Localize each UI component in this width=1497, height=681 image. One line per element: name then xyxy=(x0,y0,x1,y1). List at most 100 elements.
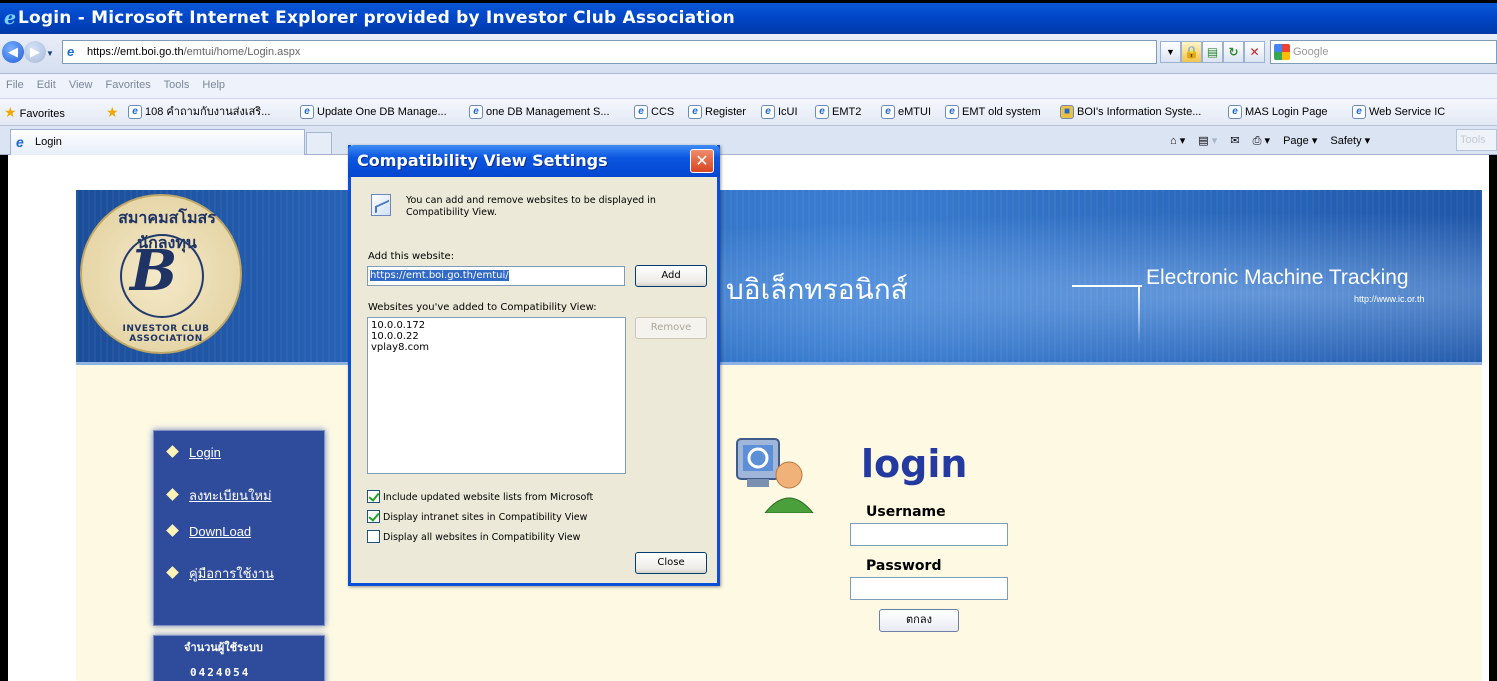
home-icon[interactable]: ⌂ ▾ xyxy=(1170,130,1185,152)
username-input[interactable] xyxy=(850,523,1008,546)
address-toolbar: ◀ ▶ ▼ e https://emt.boi.go.th/emtui/home… xyxy=(0,34,1497,74)
fav-item-7[interactable]: e eMTUI xyxy=(881,99,931,125)
nav-login-link[interactable]: Login xyxy=(166,445,221,460)
fav-item-8[interactable]: e EMT old system xyxy=(945,99,1041,125)
password-label: Password xyxy=(866,558,942,574)
boi-icon: ■ xyxy=(1060,105,1074,120)
fav-item-2[interactable]: e one DB Management S... xyxy=(469,99,610,125)
diamond-bullet-icon xyxy=(166,445,179,458)
tab-label: Login xyxy=(35,136,62,148)
diamond-bullet-icon xyxy=(166,488,179,501)
list-item[interactable]: 10.0.0.22 xyxy=(371,331,622,342)
compatibility-view-icon[interactable]: ▤ xyxy=(1202,41,1223,63)
dialog-body: You can add and remove websites to be di… xyxy=(351,177,717,583)
menu-view[interactable]: View xyxy=(69,79,93,91)
new-tab-button[interactable] xyxy=(306,132,332,154)
fav-label: Web Service IC xyxy=(1369,106,1446,118)
nav-label: DownLoad xyxy=(189,524,252,539)
favorites-star-icon: ★ xyxy=(4,104,17,120)
website-list[interactable]: 10.0.0.172 10.0.0.22 vplay8.com xyxy=(367,317,626,474)
include-updated-lists-checkbox[interactable]: Include updated website lists from Micro… xyxy=(367,490,593,504)
dialog-title-bar[interactable]: Compatibility View Settings ✕ xyxy=(348,145,720,177)
menu-tools[interactable]: Tools xyxy=(164,79,190,91)
remove-button[interactable]: Remove xyxy=(635,317,707,339)
favorites-button[interactable]: ★ Favorites xyxy=(4,99,65,125)
nav-register-link[interactable]: ลงทะเบียนใหม่ xyxy=(166,485,272,506)
fav-label: eMTUI xyxy=(898,106,931,118)
fav-item-4[interactable]: e Register xyxy=(688,99,746,125)
window-title-bar: e Login - Microsoft Internet Explorer pr… xyxy=(0,0,1497,34)
close-button[interactable]: Close xyxy=(635,552,707,574)
address-dropdown-icon[interactable]: ▼ xyxy=(1160,41,1181,63)
forward-button[interactable]: ▶ xyxy=(24,41,46,63)
site-container: สมาคมสโมสรนักลงทุน B INVESTOR CLUB ASSOC… xyxy=(76,190,1482,681)
nav-download-link[interactable]: DownLoad xyxy=(166,524,252,539)
fav-item-0[interactable]: e 108 คำถามกับงานส่งเสริ... xyxy=(128,99,270,125)
refresh-icon[interactable]: ↻ xyxy=(1223,41,1244,63)
user-counter-label: จำนวนผู้ใช้ระบบ xyxy=(184,642,263,654)
fav-label: 108 คำถามกับงานส่งเสริ... xyxy=(145,106,271,118)
nav-label: ลงทะเบียนใหม่ xyxy=(189,488,272,503)
fav-label: Register xyxy=(705,106,746,118)
back-button[interactable]: ◀ xyxy=(2,41,24,63)
print-icon[interactable]: ⎙ ▾ xyxy=(1253,130,1270,152)
site-banner: สมาคมสโมสรนักลงทุน B INVESTOR CLUB ASSOC… xyxy=(76,190,1482,365)
checkbox-checked-icon[interactable] xyxy=(367,490,380,503)
add-button[interactable]: Add xyxy=(635,265,707,287)
add-website-input[interactable]: https://emt.boi.go.th/emtui/ xyxy=(367,266,625,286)
google-icon xyxy=(1274,44,1290,60)
login-submit-button[interactable]: ตกลง xyxy=(879,609,959,632)
feeds-icon[interactable]: ▤ ▾ xyxy=(1198,130,1217,152)
fav-item-11[interactable]: e Web Service IC xyxy=(1352,99,1445,125)
stop-icon[interactable]: ✕ xyxy=(1244,41,1265,63)
menu-bar: File Edit View Favorites Tools Help xyxy=(0,74,1497,98)
fav-item-5[interactable]: e IcUI xyxy=(761,99,798,125)
dialog-close-icon[interactable]: ✕ xyxy=(690,149,714,173)
add-favorites-icon[interactable]: ★ xyxy=(106,99,119,125)
address-input[interactable]: e https://emt.boi.go.th/emtui/home/Login… xyxy=(62,40,1157,64)
display-all-websites-checkbox[interactable]: Display all websites in Compatibility Vi… xyxy=(367,530,580,544)
safety-menu[interactable]: Safety ▾ xyxy=(1330,130,1370,152)
fav-label: MAS Login Page xyxy=(1245,106,1328,118)
menu-edit[interactable]: Edit xyxy=(37,79,56,91)
checkbox-unchecked-icon[interactable] xyxy=(367,530,380,543)
fav-item-9[interactable]: ■ BOI's Information Syste... xyxy=(1060,99,1201,125)
favorites-label: Favorites xyxy=(19,108,65,120)
menu-help[interactable]: Help xyxy=(202,79,225,91)
search-placeholder: Google xyxy=(1293,46,1329,58)
list-item[interactable]: vplay8.com xyxy=(371,342,622,353)
url-host: https://emt.boi.go.th xyxy=(87,46,184,58)
seal-bottom-text: INVESTOR CLUB ASSOCIATION xyxy=(122,324,210,344)
fav-label: IcUI xyxy=(778,106,798,118)
fav-item-3[interactable]: e CCS xyxy=(634,99,674,125)
checkbox-label: Include updated website lists from Micro… xyxy=(383,492,594,503)
fav-item-10[interactable]: e MAS Login Page xyxy=(1228,99,1328,125)
tools-menu[interactable]: Tools xyxy=(1456,129,1497,151)
compatibility-view-dialog: Compatibility View Settings ✕ You can ad… xyxy=(348,145,720,586)
recent-pages-dropdown[interactable]: ▼ xyxy=(46,49,54,58)
page-icon: e xyxy=(67,44,75,59)
fav-item-1[interactable]: e Update One DB Manage... xyxy=(300,99,447,125)
menu-file[interactable]: File xyxy=(6,79,24,91)
page-menu[interactable]: Page ▾ xyxy=(1283,130,1317,152)
lock-icon[interactable]: 🔒 xyxy=(1181,41,1202,63)
window-title: Login - Microsoft Internet Explorer prov… xyxy=(18,8,735,28)
ie-page-icon: e xyxy=(815,105,829,120)
checkbox-label: Display intranet sites in Compatibility … xyxy=(383,512,588,523)
password-input[interactable] xyxy=(850,577,1008,600)
nav-manual-link[interactable]: คู่มือการใช้งาน xyxy=(166,563,274,584)
search-input[interactable]: Google xyxy=(1270,40,1497,64)
checkbox-checked-icon[interactable] xyxy=(367,510,380,523)
user-computer-icon xyxy=(736,438,814,513)
ie-page-icon: e xyxy=(945,105,959,120)
url-path: /emtui/home/Login.aspx xyxy=(183,46,301,58)
mail-icon[interactable]: ✉ xyxy=(1230,130,1239,152)
menu-favorites[interactable]: Favorites xyxy=(106,79,151,91)
fav-label: EMT old system xyxy=(962,106,1041,118)
nav-label: คู่มือการใช้งาน xyxy=(189,566,274,581)
display-intranet-checkbox[interactable]: Display intranet sites in Compatibility … xyxy=(367,510,587,524)
list-item[interactable]: 10.0.0.172 xyxy=(371,320,622,331)
tab-login[interactable]: e Login xyxy=(10,129,305,155)
username-label: Username xyxy=(866,504,946,520)
fav-item-6[interactable]: e EMT2 xyxy=(815,99,861,125)
